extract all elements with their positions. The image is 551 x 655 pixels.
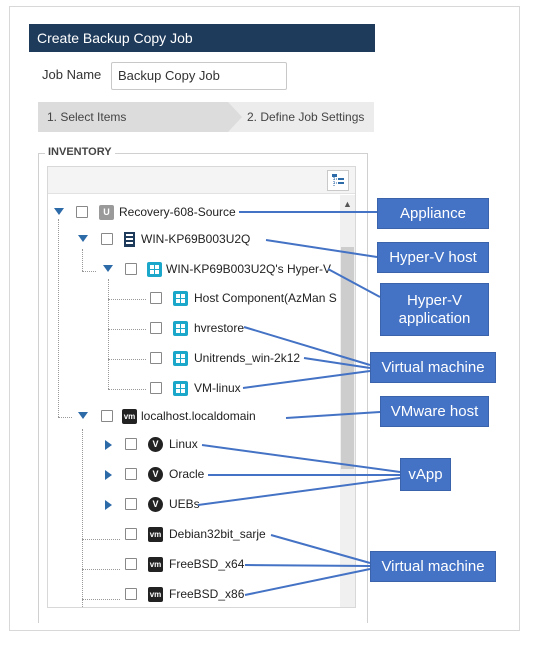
- expand-down-icon[interactable]: [78, 235, 88, 242]
- node-checkbox[interactable]: [125, 558, 137, 570]
- tree-toolbar: [48, 167, 355, 194]
- tree-node-vmware-vm[interactable]: vm Debian32bit_sarje: [48, 525, 338, 545]
- expand-right-icon[interactable]: [105, 500, 112, 510]
- node-checkbox[interactable]: [125, 588, 137, 600]
- wizard-steps: 1. Select Items 2. Define Job Settings: [38, 102, 374, 132]
- node-label: Debian32bit_sarje: [169, 527, 266, 541]
- tree-node-appliance[interactable]: U Recovery-608-Source: [48, 203, 338, 223]
- tree-node-vmware-vm[interactable]: vm FreeBSD_x86: [48, 585, 338, 605]
- node-label: Recovery-608-Source: [119, 205, 236, 219]
- node-checkbox[interactable]: [150, 322, 162, 334]
- node-checkbox[interactable]: [125, 498, 137, 510]
- tree-node-virtual-machine[interactable]: Host Component(AzMan S: [48, 289, 338, 309]
- node-label: Host Component(AzMan S: [194, 291, 337, 305]
- virtual-machine-icon: [173, 351, 188, 366]
- tree-expand-icon[interactable]: [327, 170, 349, 191]
- node-checkbox[interactable]: [150, 292, 162, 304]
- job-name-label: Job Name: [42, 67, 102, 82]
- node-label: FreeBSD_x86: [169, 587, 245, 601]
- expand-right-icon[interactable]: [105, 470, 112, 480]
- node-label: FreeBSD_x64: [169, 557, 245, 571]
- scroll-thumb[interactable]: [341, 247, 354, 469]
- callout-virtual-machine: Virtual machine: [370, 551, 496, 582]
- virtual-machine-icon: [173, 291, 188, 306]
- inventory-legend: INVENTORY: [45, 146, 115, 158]
- tree-node-vapp[interactable]: V UEBs: [48, 495, 338, 515]
- hyperv-host-icon: [122, 232, 137, 247]
- node-label: VM-linux: [194, 381, 241, 395]
- expand-down-icon[interactable]: [103, 265, 113, 272]
- node-label: UEBs: [169, 497, 200, 511]
- node-checkbox[interactable]: [150, 382, 162, 394]
- node-label: Linux: [169, 437, 198, 451]
- tree-node-virtual-machine[interactable]: VM-linux: [48, 379, 338, 399]
- virtual-machine-icon: [173, 321, 188, 336]
- vmware-vm-icon: vm: [148, 527, 163, 542]
- node-checkbox[interactable]: [125, 263, 137, 275]
- callout-appliance: Appliance: [377, 198, 489, 229]
- tree-node-vapp[interactable]: V Oracle: [48, 465, 338, 485]
- vapp-icon: V: [148, 467, 163, 482]
- scroll-up-arrow-icon[interactable]: ▲: [343, 199, 352, 209]
- dialog-title: Create Backup Copy Job: [29, 24, 375, 52]
- inventory-tree: ▲ U Recovery-608-Source WIN-KP69B003U2Q: [47, 166, 356, 608]
- wizard-step-define-settings[interactable]: 2. Define Job Settings: [247, 102, 364, 132]
- tree-node-vmware-vm[interactable]: vm FreeBSD_x64: [48, 555, 338, 575]
- tree-scrollbar[interactable]: ▲: [340, 195, 355, 607]
- hyperv-application-icon: [147, 262, 162, 277]
- node-checkbox[interactable]: [125, 528, 137, 540]
- vmware-vm-icon: vm: [148, 587, 163, 602]
- tree-node-hyperv-host[interactable]: WIN-KP69B003U2Q: [48, 230, 338, 250]
- wizard-step-select-items[interactable]: 1. Select Items: [38, 102, 228, 132]
- vmware-vm-icon: vm: [148, 557, 163, 572]
- node-checkbox[interactable]: [150, 352, 162, 364]
- virtual-machine-icon: [173, 381, 188, 396]
- callout-vmware-host: VMware host: [380, 396, 489, 427]
- callout-vapp: vApp: [400, 458, 451, 491]
- callout-hyperv-host: Hyper-V host: [377, 242, 489, 273]
- node-label: Oracle: [169, 467, 205, 481]
- vapp-icon: V: [148, 497, 163, 512]
- node-label: localhost.localdomain: [141, 409, 256, 423]
- node-label: WIN-KP69B003U2Q: [141, 232, 251, 246]
- tree-node-virtual-machine[interactable]: Unitrends_win-2k12: [48, 349, 338, 369]
- expand-down-icon[interactable]: [54, 208, 64, 215]
- expand-down-icon[interactable]: [78, 412, 88, 419]
- vapp-icon: V: [148, 437, 163, 452]
- tree-node-hyperv-application[interactable]: WIN-KP69B003U2Q's Hyper-V: [48, 260, 338, 280]
- node-checkbox[interactable]: [76, 206, 88, 218]
- vmware-host-icon: vm: [122, 409, 137, 424]
- job-name-input[interactable]: Backup Copy Job: [111, 62, 287, 90]
- tree-node-virtual-machine[interactable]: hvrestore: [48, 319, 338, 339]
- node-checkbox[interactable]: [125, 468, 137, 480]
- node-checkbox[interactable]: [125, 438, 137, 450]
- node-checkbox[interactable]: [101, 410, 113, 422]
- tree-node-vmware-host[interactable]: vm localhost.localdomain: [48, 407, 338, 427]
- node-label: Unitrends_win-2k12: [194, 351, 301, 365]
- callout-virtual-machine: Virtual machine: [370, 352, 496, 383]
- callout-hyperv-application: Hyper-V application: [380, 283, 489, 336]
- expand-right-icon[interactable]: [105, 440, 112, 450]
- wizard-step-chevron: [228, 102, 242, 132]
- node-checkbox[interactable]: [101, 233, 113, 245]
- appliance-icon: U: [99, 205, 114, 220]
- tree-node-vapp[interactable]: V Linux: [48, 435, 338, 455]
- tree-guide-line: [82, 429, 83, 607]
- node-label: WIN-KP69B003U2Q's Hyper-V: [166, 262, 332, 276]
- node-label: hvrestore: [194, 321, 245, 335]
